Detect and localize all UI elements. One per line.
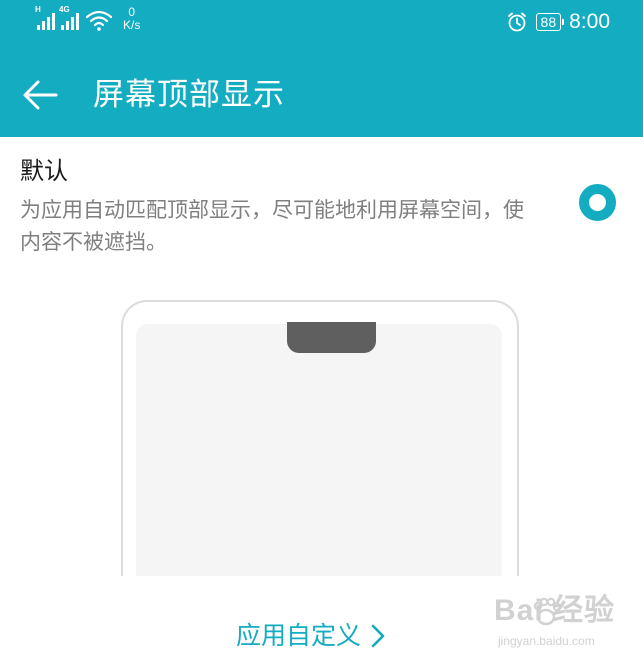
option-title: 默认	[20, 157, 68, 185]
back-button[interactable]	[20, 75, 60, 115]
network-speed-unit: K/s	[123, 18, 141, 32]
app-custom-link-label: 应用自定义	[236, 621, 362, 650]
chevron-right-icon	[371, 624, 385, 648]
baidu-watermark: Bai 经验 jingyan.baidu.com	[494, 594, 634, 656]
arrow-left-icon	[23, 80, 58, 110]
battery-icon: 88	[535, 13, 564, 31]
option-description: 为应用自动匹配顶部显示，尽可能地利用屏幕空间，使内容不被遮挡。	[20, 198, 524, 254]
wifi-icon	[85, 10, 113, 31]
network-type-label: H	[35, 5, 41, 14]
status-time: 8:00	[569, 10, 610, 33]
signal-icon: H	[35, 5, 55, 30]
phone-notch	[287, 322, 376, 353]
status-bar-right: 88 8:00	[506, 8, 610, 36]
page-title: 屏幕顶部显示	[93, 77, 285, 113]
status-bar: H 4G 0 K/s 88 8:00	[0, 0, 643, 44]
radio-button-selected[interactable]	[579, 184, 616, 221]
app-bar: 屏幕顶部显示	[0, 50, 643, 137]
network-speed: 0 K/s	[123, 6, 140, 32]
paw-icon	[533, 597, 562, 626]
network-type-label: 4G	[59, 5, 70, 14]
status-bar-left: H 4G 0 K/s	[35, 5, 140, 32]
signal-icon: 4G	[59, 5, 79, 30]
alarm-icon	[507, 12, 526, 32]
option-default[interactable]: 默认 为应用自动匹配顶部显示，尽可能地利用屏幕空间，使内容不被遮挡。	[0, 137, 643, 267]
header: H 4G 0 K/s 88 8:00 屏幕顶部显示	[0, 0, 643, 137]
app-custom-link[interactable]: 应用自定义	[236, 618, 385, 654]
watermark-site: jingyan.baidu.com	[498, 634, 595, 648]
